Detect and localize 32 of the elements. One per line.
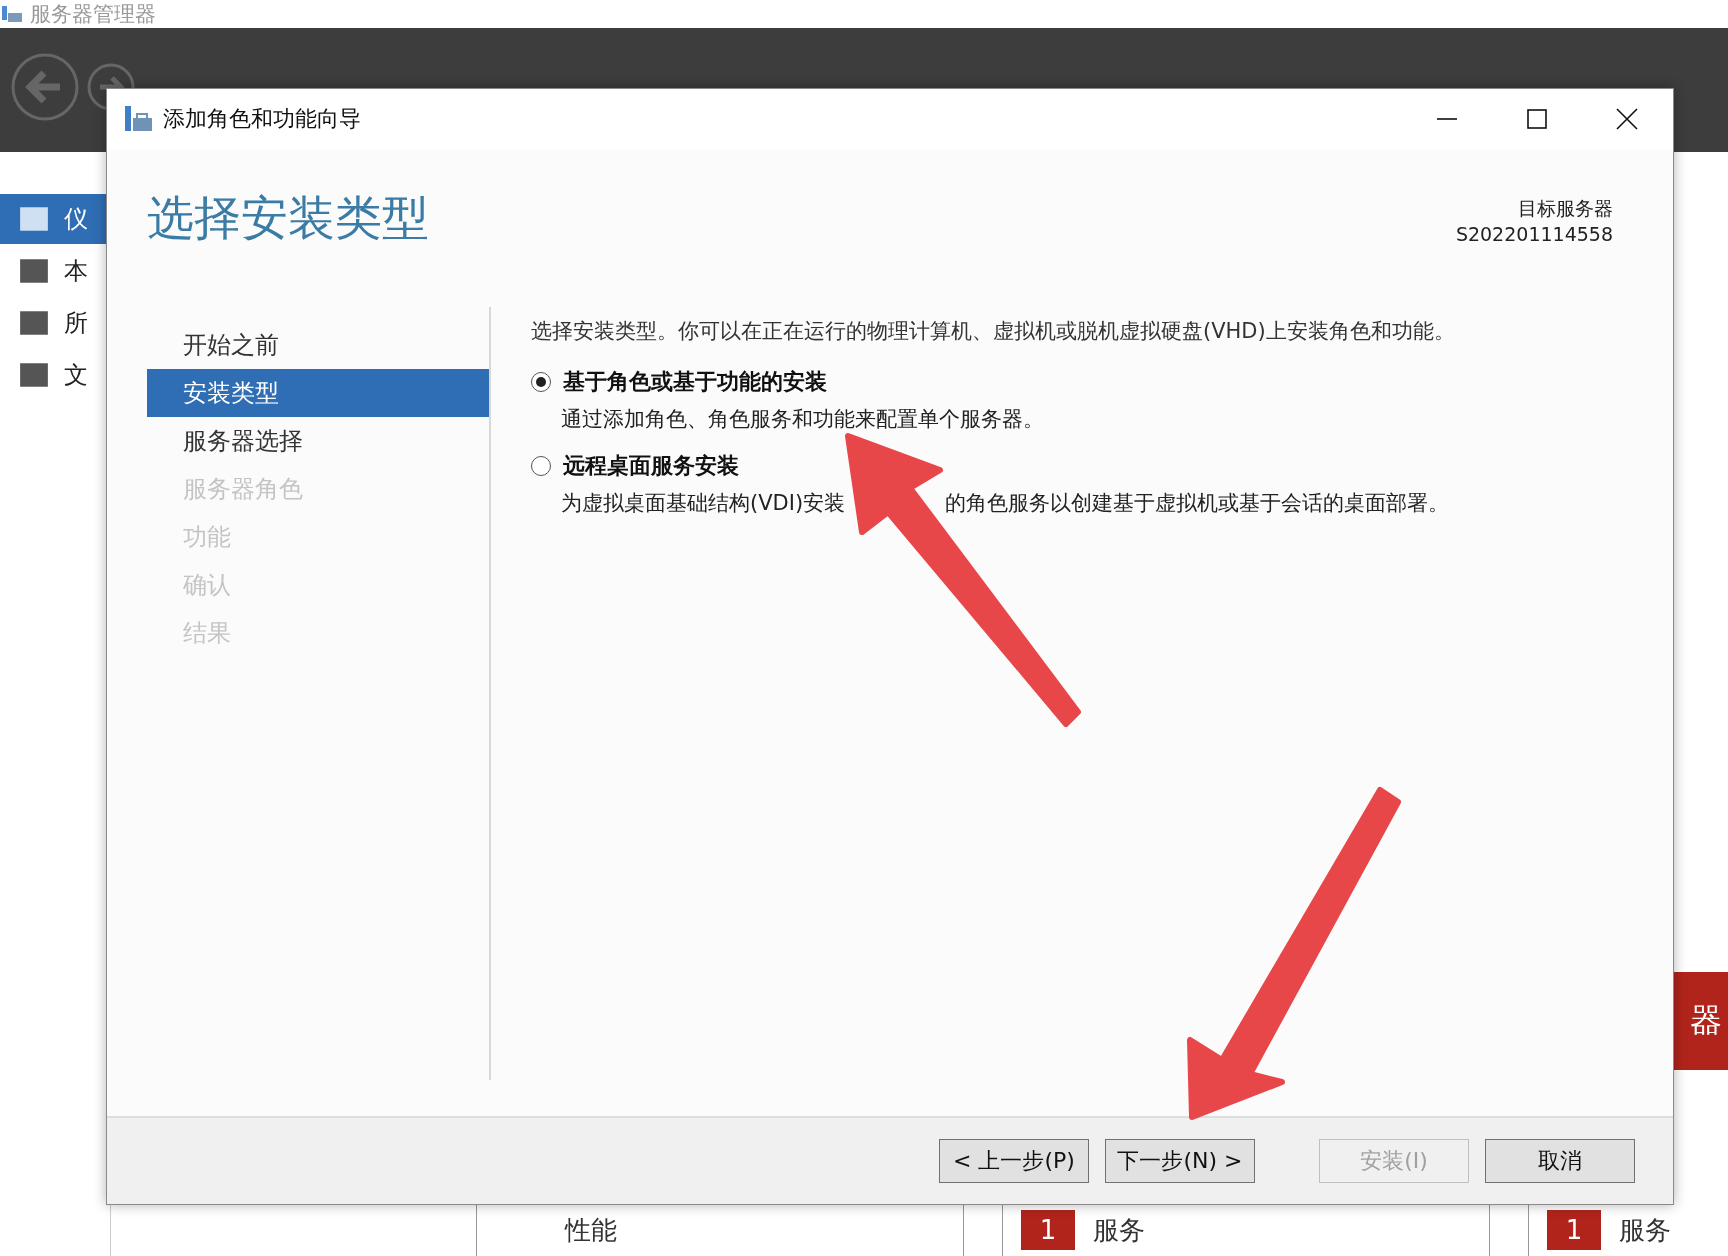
count-badge: 1 — [1547, 1210, 1601, 1250]
wizard-step[interactable]: 开始之前 — [147, 321, 489, 369]
toolbox-icon — [125, 106, 153, 132]
page-heading: 选择安装类型 — [147, 189, 429, 247]
option-label[interactable]: 远程桌面服务安装 — [563, 451, 739, 481]
tile-label: 性能 — [565, 1213, 617, 1247]
tile-label: 服务 — [1093, 1213, 1145, 1247]
wizard-step[interactable]: 安装类型 — [147, 369, 489, 417]
sidebar-item[interactable]: 所 — [0, 298, 110, 348]
maximize-icon[interactable] — [1525, 107, 1549, 131]
option-description: 通过添加角色、角色服务和功能来配置单个服务器。 — [561, 406, 1044, 433]
target-label: 目标服务器 — [1518, 196, 1613, 221]
count-badge: 1 — [1021, 1210, 1075, 1250]
sidebar-item[interactable]: 文 — [0, 350, 110, 400]
radio-button[interactable] — [531, 456, 551, 476]
close-icon[interactable] — [1615, 107, 1639, 131]
instruction-text: 选择安装类型。你可以在正在运行的物理计算机、虚拟机或脱机虚拟硬盘(VHD)上安装角色和功能。 — [531, 318, 1456, 345]
option-description: 为虚拟桌面基础结构(VDI)安装 — [561, 490, 846, 517]
dialog-title: 添加角色和功能向导 — [163, 105, 362, 133]
radio-button[interactable] — [531, 372, 551, 392]
option-description: 的角色服务以创建基于虚拟机或基于会话的桌面部署。 — [945, 490, 1450, 517]
wizard-step[interactable]: 服务器选择 — [147, 417, 489, 465]
app-title: 服务器管理器 — [30, 1, 156, 28]
tile-label: 服务 — [1619, 1213, 1671, 1247]
option-label[interactable]: 基于角色或基于功能的安装 — [563, 367, 827, 397]
wizard-button[interactable]: 下一步(N) > — [1105, 1139, 1255, 1183]
target-server: S202201114558 — [1455, 222, 1613, 247]
wizard-button[interactable]: 取消 — [1485, 1139, 1635, 1183]
wizard-button[interactable]: < 上一步(P) — [939, 1139, 1089, 1183]
status-tile: 器 — [1674, 972, 1728, 1070]
toolbox-icon — [2, 6, 22, 22]
sidebar-item[interactable]: 本 — [0, 246, 110, 296]
